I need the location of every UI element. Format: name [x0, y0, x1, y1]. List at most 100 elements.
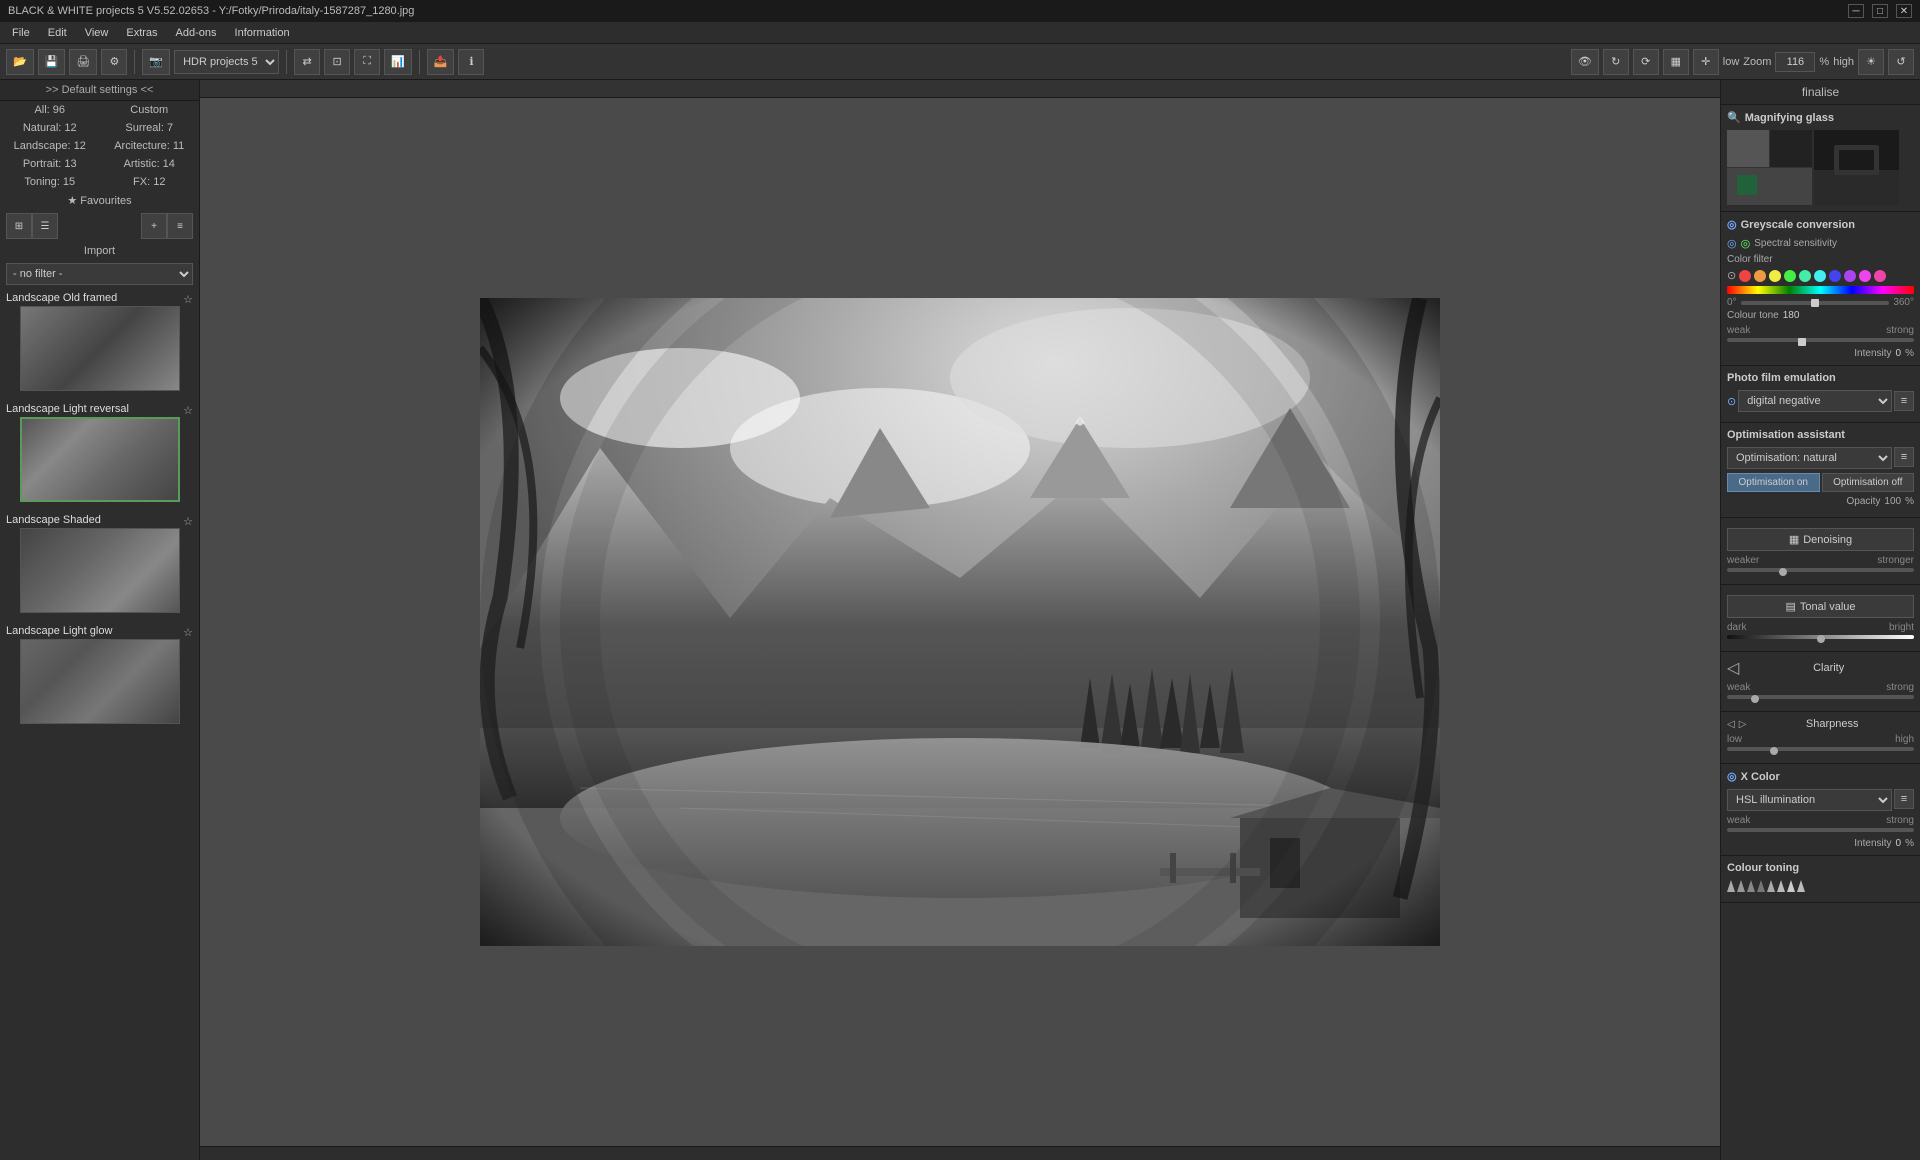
default-settings-header[interactable]: >> Default settings <<	[0, 80, 199, 101]
optimisation-select[interactable]: Optimisation: natural	[1727, 447, 1892, 469]
preset-thumbnail-3[interactable]	[20, 528, 180, 613]
color-auto-icon[interactable]: ⊙	[1727, 269, 1736, 282]
color-dot-red[interactable]	[1739, 270, 1751, 282]
import-button[interactable]: Import	[0, 242, 199, 260]
zoom-eye-button[interactable]: 👁	[1571, 49, 1599, 75]
color-dot-blue[interactable]	[1829, 270, 1841, 282]
count-artistic[interactable]: Artistic: 14	[100, 155, 200, 173]
count-toning[interactable]: Toning: 15	[0, 173, 100, 191]
menu-information[interactable]: Information	[227, 25, 298, 41]
favourites-link[interactable]: ★ Favourites	[0, 191, 199, 210]
zoom-histogram-button[interactable]: ▦	[1663, 49, 1689, 75]
zoom-crosshair-button[interactable]: ✛	[1693, 49, 1719, 75]
tonal-value-tool-row[interactable]: ▤ Tonal value	[1727, 595, 1914, 618]
info-button[interactable]: ℹ	[458, 49, 484, 75]
clarity-thumb[interactable]	[1751, 695, 1759, 703]
zoom-sun-button[interactable]: ☀	[1858, 49, 1884, 75]
menu-addons[interactable]: Add-ons	[168, 25, 225, 41]
sharpness-thumb[interactable]	[1770, 747, 1778, 755]
print-button[interactable]: 🖨	[69, 49, 97, 75]
tone-marker-4[interactable]	[1757, 880, 1765, 892]
fit-button[interactable]: ⊡	[324, 49, 350, 75]
fullscreen-button[interactable]: ⛶	[354, 49, 380, 75]
count-custom[interactable]: Custom	[100, 101, 200, 119]
save-button[interactable]: 💾	[38, 49, 66, 75]
histogram-button[interactable]: 📊	[384, 49, 412, 75]
color-dot-green2[interactable]	[1799, 270, 1811, 282]
colour-tone-thumb[interactable]	[1811, 299, 1819, 307]
x-color-select[interactable]: HSL illumination	[1727, 789, 1892, 811]
color-dot-orange[interactable]	[1754, 270, 1766, 282]
preset-thumbnail-1[interactable]	[20, 306, 180, 391]
optimisation-settings-button[interactable]: ≡	[1894, 447, 1914, 467]
tone-marker-2[interactable]	[1737, 880, 1745, 892]
count-surreal[interactable]: Surreal: 7	[100, 119, 200, 137]
color-dot-green1[interactable]	[1784, 270, 1796, 282]
zoom-reset-button[interactable]: ⟳	[1633, 49, 1659, 75]
close-button[interactable]: ✕	[1896, 4, 1912, 18]
add-preset-button[interactable]: +	[141, 213, 167, 239]
tone-marker-5[interactable]	[1767, 880, 1775, 892]
grid-view-button[interactable]: ⊞	[6, 213, 32, 239]
preset-thumbnail-2[interactable]	[20, 417, 180, 502]
settings-button[interactable]: ⚙	[101, 49, 127, 75]
zoom-value-input[interactable]: 116	[1775, 52, 1815, 72]
intensity-thumb[interactable]	[1798, 338, 1806, 346]
zoom-rotate-button[interactable]: ↺	[1888, 49, 1914, 75]
horizontal-scrollbar[interactable]	[200, 1146, 1720, 1160]
preset-name-4[interactable]: Landscape Light glow	[6, 625, 112, 637]
count-architecture[interactable]: Arcitecture: 11	[100, 137, 200, 155]
count-natural[interactable]: Natural: 12	[0, 119, 100, 137]
zoom-refresh-button[interactable]: ↻	[1603, 49, 1629, 75]
colour-tone-bar[interactable]	[1727, 286, 1914, 294]
preset-star-2[interactable]: ☆	[183, 404, 193, 417]
finalise-header[interactable]: finalise	[1721, 80, 1920, 105]
tone-marker-1[interactable]	[1727, 880, 1735, 892]
mag-thumb-after[interactable]	[1814, 130, 1899, 205]
denoising-thumb[interactable]	[1779, 568, 1787, 576]
image-container[interactable]	[200, 98, 1720, 1146]
color-dot-cyan[interactable]	[1814, 270, 1826, 282]
preset-star-1[interactable]: ☆	[183, 293, 193, 306]
spectral-sensitivity-label[interactable]: Spectral sensitivity	[1754, 238, 1837, 249]
film-emulation-select[interactable]: digital negative	[1738, 390, 1892, 412]
denoising-tool-row[interactable]: ▦ Denoising	[1727, 528, 1914, 551]
filter-dropdown[interactable]: - no filter -	[6, 263, 193, 285]
count-all[interactable]: All: 96	[0, 101, 100, 119]
compare-button[interactable]: ⇄	[294, 49, 320, 75]
camera-button[interactable]: 📷	[142, 49, 170, 75]
optimisation-on-button[interactable]: Optimisation on	[1727, 473, 1820, 492]
preset-star-4[interactable]: ☆	[183, 626, 193, 639]
color-dot-yellow[interactable]	[1769, 270, 1781, 282]
color-dot-purple[interactable]	[1844, 270, 1856, 282]
tonal-thumb[interactable]	[1817, 635, 1825, 643]
tone-marker-8[interactable]	[1797, 880, 1805, 892]
project-select[interactable]: HDR projects 5	[174, 50, 279, 74]
tone-marker-6[interactable]	[1777, 880, 1785, 892]
maximize-button[interactable]: □	[1872, 4, 1888, 18]
preset-name-2[interactable]: Landscape Light reversal	[6, 403, 129, 415]
count-landscape[interactable]: Landscape: 12	[0, 137, 100, 155]
preset-name-1[interactable]: Landscape Old framed	[6, 292, 117, 304]
list-view-button[interactable]: ☰	[32, 213, 58, 239]
export-button[interactable]: 📤	[427, 49, 455, 75]
mag-thumb-before[interactable]	[1727, 130, 1812, 205]
manage-preset-button[interactable]: ≡	[167, 213, 193, 239]
menu-view[interactable]: View	[77, 25, 117, 41]
tone-marker-3[interactable]	[1747, 880, 1755, 892]
color-dot-pink[interactable]	[1874, 270, 1886, 282]
preset-thumbnail-4[interactable]	[20, 639, 180, 724]
minimize-button[interactable]: ─	[1848, 4, 1864, 18]
count-fx[interactable]: FX: 12	[100, 173, 200, 191]
color-dot-magenta[interactable]	[1859, 270, 1871, 282]
tone-marker-7[interactable]	[1787, 880, 1795, 892]
preset-name-3[interactable]: Landscape Shaded	[6, 514, 101, 526]
preset-star-3[interactable]: ☆	[183, 515, 193, 528]
menu-file[interactable]: File	[4, 25, 38, 41]
open-button[interactable]: 📂	[6, 49, 34, 75]
x-color-settings-button[interactable]: ≡	[1894, 789, 1914, 809]
menu-extras[interactable]: Extras	[118, 25, 165, 41]
menu-edit[interactable]: Edit	[40, 25, 75, 41]
count-portrait[interactable]: Portrait: 13	[0, 155, 100, 173]
optimisation-off-button[interactable]: Optimisation off	[1822, 473, 1915, 492]
